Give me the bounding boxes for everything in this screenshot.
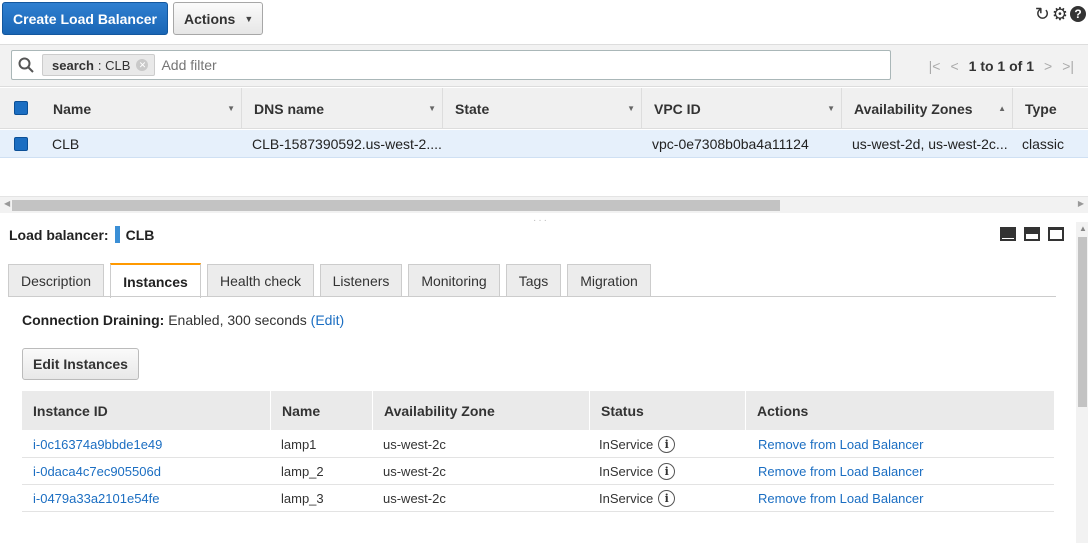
instance-status: InService [599,437,654,452]
filter-token-value: CLB [105,57,131,73]
cell-name: CLB [52,136,80,152]
actions-label: Actions [184,10,236,27]
column-header-name[interactable]: Name ▼ [41,88,241,129]
instance-id-link[interactable]: i-0479a33a2101e54fe [33,491,160,506]
select-all-checkbox[interactable] [14,101,28,115]
instance-name: lamp_3 [281,491,324,506]
chevron-down-icon: ▼ [244,13,254,24]
column-header-vpc[interactable]: VPC ID ▼ [641,88,841,129]
sort-icon: ▼ [627,104,635,113]
instance-status: InService [599,464,654,479]
scroll-right-icon[interactable]: ▶ [1078,199,1084,208]
tab-instances[interactable]: Instances [110,263,201,298]
remove-from-lb-link[interactable]: Remove from Load Balancer [758,464,923,479]
instance-row: i-0479a33a2101e54fe lamp_3 us-west-2c In… [22,485,1054,512]
table-header: Name ▼ DNS name ▼ State ▼ VPC ID ▼ Availabil… [0,88,1088,129]
layout-bottom-icon[interactable] [1000,227,1016,241]
column-header-state[interactable]: State ▼ [442,88,641,129]
top-right-icons: ↻ ⚙ ? [1035,4,1086,25]
cell-type: classic [1022,136,1065,152]
search-box[interactable]: search : CLB ✕ [11,50,891,80]
instance-row: i-0c16374a9bbde1e49 lamp1 us-west-2c InS… [22,431,1054,458]
pagination: |< < 1 to 1 of 1 > >| [929,58,1074,74]
tab-divider [8,296,1056,297]
draining-label: Connection Draining: [22,312,165,328]
remove-from-lb-link[interactable]: Remove from Load Balancer [758,491,923,506]
resize-handle[interactable]: ··· [533,215,549,226]
refresh-icon[interactable]: ↻ [1035,4,1050,25]
search-icon [12,51,40,79]
column-header-availability-zone[interactable]: Availability Zone [372,391,589,430]
gear-icon[interactable]: ⚙ [1052,4,1068,25]
detail-label: Load balancer: [9,226,109,243]
instance-id-link[interactable]: i-0c16374a9bbde1e49 [33,437,162,452]
first-page-icon[interactable]: |< [929,58,941,74]
scroll-left-icon[interactable]: ◀ [4,199,10,208]
scrollbar-thumb[interactable] [12,200,780,211]
instance-zone: us-west-2c [383,437,446,452]
instance-id-link[interactable]: i-0daca4c7ec905506d [33,464,161,479]
column-header-instance-name[interactable]: Name [270,391,372,430]
table-row[interactable]: CLB CLB-1587390592.us-west-2.... vpc-0e7… [0,130,1088,158]
filter-token[interactable]: search : CLB ✕ [42,54,156,76]
instance-name: lamp_2 [281,464,324,479]
row-checkbox[interactable] [14,137,28,151]
column-header-dns[interactable]: DNS name ▼ [241,88,442,129]
column-header-status[interactable]: Status [589,391,745,430]
tab-tags[interactable]: Tags [506,264,561,297]
info-icon[interactable]: i [658,490,676,507]
help-icon[interactable]: ? [1070,6,1086,22]
pagination-text: 1 to 1 of 1 [968,58,1034,74]
column-header-actions[interactable]: Actions [745,391,1054,430]
cell-vpc: vpc-0e7308b0ba4a11124 [652,136,809,152]
instance-zone: us-west-2c [383,464,446,479]
detail-title: Load balancer: CLB [9,226,154,243]
layout-icons [1000,227,1064,241]
tab-monitoring[interactable]: Monitoring [408,264,500,297]
sort-icon: ▼ [227,104,235,113]
sort-icon: ▲ [998,104,1006,113]
tab-description[interactable]: Description [8,264,104,297]
sort-icon: ▼ [428,104,436,113]
instance-name: lamp1 [281,437,317,452]
scroll-up-icon[interactable]: ▲ [1079,224,1087,233]
info-icon[interactable]: i [658,436,676,453]
create-load-balancer-button[interactable]: Create Load Balancer [2,2,168,35]
edit-instances-button[interactable]: Edit Instances [22,348,139,380]
horizontal-scrollbar[interactable]: ◀ ▶ [0,196,1088,213]
column-header-zones[interactable]: Availability Zones ▲ [841,88,1012,129]
filter-token-key: search [52,57,94,73]
vertical-scrollbar[interactable]: ▲ [1076,222,1088,543]
actions-dropdown-button[interactable]: Actions ▼ [173,2,263,35]
instance-row: i-0daca4c7ec905506d lamp_2 us-west-2c In… [22,458,1054,485]
layout-top-icon[interactable] [1048,227,1064,241]
cell-zones: us-west-2d, us-west-2c... [852,136,1008,152]
column-header-type[interactable]: Type [1012,88,1088,129]
add-filter-input[interactable] [161,57,762,73]
column-header-instance-id[interactable]: Instance ID [22,391,270,430]
draining-value: Enabled, 300 seconds [168,312,307,328]
tab-listeners[interactable]: Listeners [320,264,402,297]
instance-status: InService [599,491,654,506]
tab-migration[interactable]: Migration [567,264,651,297]
remove-filter-icon[interactable]: ✕ [136,59,149,71]
instances-table-header: Instance ID Name Availability Zone Statu… [22,391,1054,430]
cell-dns: CLB-1587390592.us-west-2.... [252,136,442,152]
edit-draining-link[interactable]: (Edit) [311,312,344,328]
connection-draining: Connection Draining: Enabled, 300 second… [22,312,344,328]
status-bar-icon [114,226,120,243]
tab-health-check[interactable]: Health check [207,264,314,297]
next-page-icon[interactable]: > [1044,58,1052,74]
last-page-icon[interactable]: >| [1062,58,1074,74]
filter-bar: search : CLB ✕ |< < 1 to 1 of 1 > >| [0,44,1088,87]
info-icon[interactable]: i [658,463,676,480]
prev-page-icon[interactable]: < [950,58,958,74]
detail-name: CLB [125,226,155,243]
scrollbar-thumb[interactable] [1078,237,1087,407]
instance-zone: us-west-2c [383,491,446,506]
remove-from-lb-link[interactable]: Remove from Load Balancer [758,437,923,452]
sort-icon: ▼ [827,104,835,113]
layout-split-icon[interactable] [1024,227,1040,241]
